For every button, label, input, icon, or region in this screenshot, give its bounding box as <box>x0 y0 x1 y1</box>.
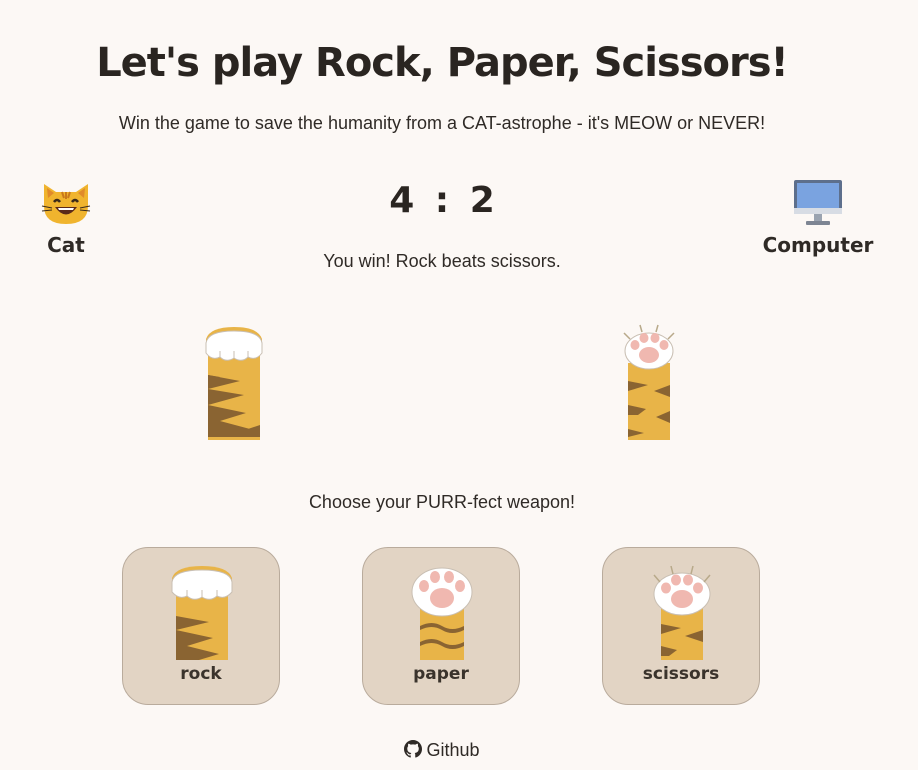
score-separator: : <box>434 180 450 221</box>
github-link-label: Github <box>426 740 480 760</box>
page-subtitle: Win the game to save the humanity from a… <box>118 113 766 133</box>
github-link[interactable]: Github <box>404 740 480 760</box>
rock-paw-icon <box>171 566 233 660</box>
scissors-paw-icon <box>623 324 675 440</box>
github-icon <box>404 740 423 758</box>
scissors-button[interactable]: scissors <box>602 547 760 705</box>
cat-choice-display <box>200 325 268 440</box>
page-title: Let's play Rock, Paper, Scissors! <box>96 40 789 86</box>
footer: Github <box>0 740 884 761</box>
player-computer: Computer <box>762 178 874 257</box>
computer-choice-display <box>618 323 680 440</box>
cat-score: 4 <box>389 180 415 221</box>
scissors-paw-icon <box>653 565 711 660</box>
rock-button[interactable]: rock <box>122 547 280 705</box>
round-result: You win! Rock beats scissors. <box>323 251 561 271</box>
scoreboard: 4 : 2 <box>0 180 884 221</box>
computer-score: 2 <box>469 180 495 221</box>
rock-paw-icon <box>205 327 263 440</box>
weapon-prompt: Choose your PURR-fect weapon! <box>308 492 576 512</box>
paper-button-label: paper <box>413 664 469 684</box>
scissors-button-label: scissors <box>642 664 720 684</box>
paper-paw-icon <box>411 567 473 660</box>
paper-button[interactable]: paper <box>362 547 520 705</box>
desktop-computer-icon <box>794 180 842 225</box>
rock-button-label: rock <box>180 664 222 684</box>
